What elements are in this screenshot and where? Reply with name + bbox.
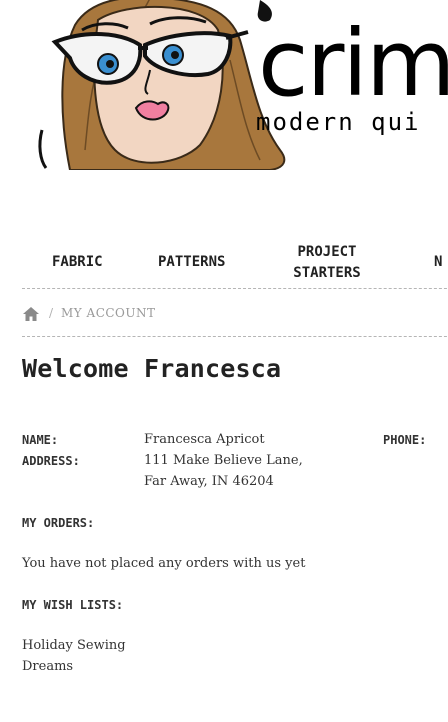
breadcrumb: / MY ACCOUNT [22,303,448,337]
wishlist-list: Holiday Sewing Dreams [22,635,126,677]
breadcrumb-current: MY ACCOUNT [61,306,156,320]
wishlist-item-holiday-sewing[interactable]: Holiday Sewing [22,635,126,656]
account-page: crim modern qui FABRIC PATTERNS PROJECT … [0,0,448,722]
address-value: 111 Make Believe Lane, Far Away, IN 4620… [144,450,303,492]
breadcrumb-separator: / [49,306,54,320]
address-label: ADDRESS: [22,454,80,468]
page-title: Welcome Francesca [22,354,282,383]
main-nav: FABRIC PATTERNS PROJECT STARTERS N [22,238,448,289]
brand-name[interactable]: crim [258,18,448,110]
nav-item-fabric[interactable]: FABRIC [52,252,103,273]
home-icon[interactable] [23,307,39,321]
orders-label: MY ORDERS: [22,516,95,530]
name-label: NAME: [22,433,59,447]
orders-empty-message: You have not placed any orders with us y… [22,556,306,571]
name-value: Francesca Apricot [144,432,265,447]
address-line-1: 111 Make Believe Lane, [144,453,303,468]
address-line-2: Far Away, IN 46204 [144,474,274,489]
wishlists-label: MY WISH LISTS: [22,598,124,612]
wishlist-item-dreams[interactable]: Dreams [22,656,126,677]
site-header: crim modern qui [0,0,448,200]
cartoon-woman-logo-icon[interactable] [30,0,295,170]
nav-item-patterns[interactable]: PATTERNS [158,252,225,273]
nav-item-truncated[interactable]: N [434,252,442,273]
brand-tagline: modern qui [256,108,421,136]
nav-item-project-starters[interactable]: PROJECT STARTERS [286,242,368,284]
phone-label: PHONE: [383,433,427,447]
